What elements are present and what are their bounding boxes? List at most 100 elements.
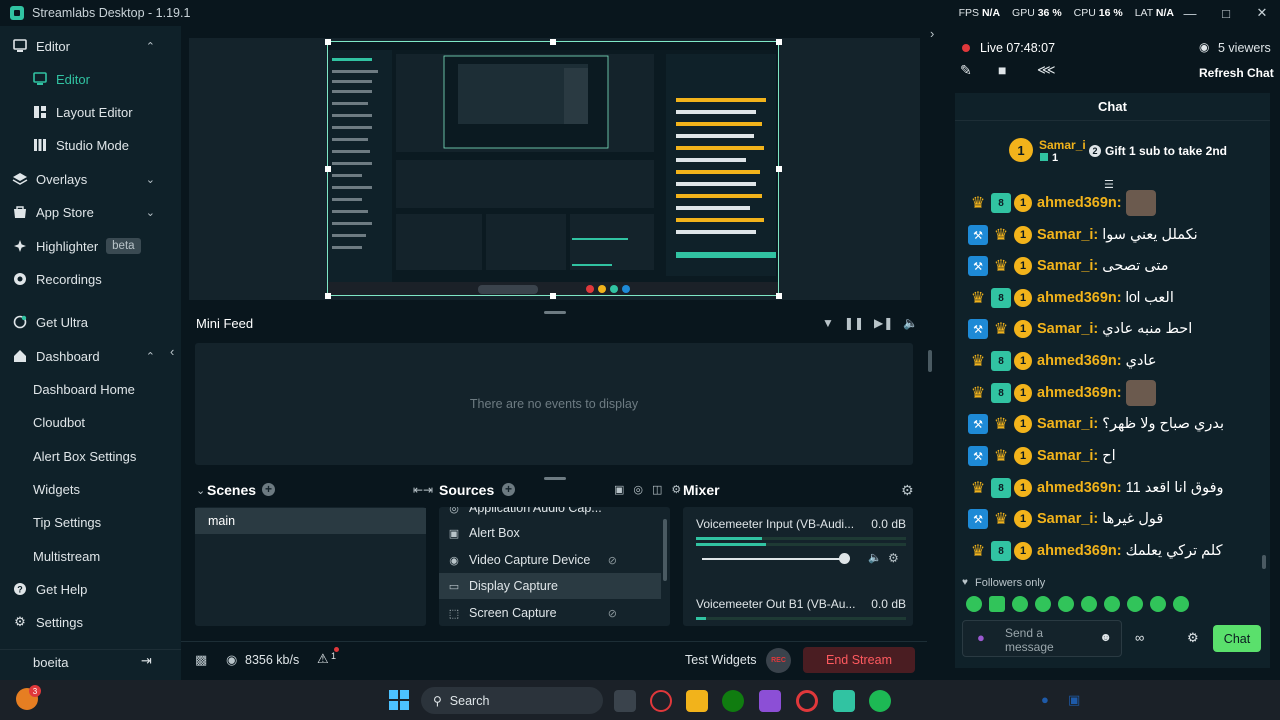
add-folder-icon[interactable]: ◫ — [652, 483, 662, 496]
channel-points-icon[interactable]: ∞ — [1135, 630, 1144, 645]
resize-handle[interactable] — [776, 293, 782, 299]
instagram-icon[interactable] — [759, 690, 781, 712]
resize-handle[interactable] — [550, 39, 556, 45]
emote-icon[interactable] — [989, 596, 1005, 612]
scrollbar[interactable] — [1262, 555, 1266, 569]
scene-item[interactable]: main — [195, 508, 426, 534]
source-item[interactable]: ◎ Application Audio Cap... — [439, 507, 661, 521]
resize-handle[interactable] — [776, 39, 782, 45]
emote-icon[interactable] — [1127, 596, 1143, 612]
sidebar-item-cloudbot[interactable]: Cloudbot — [0, 407, 181, 437]
chat-username[interactable]: Samar_i: — [1037, 321, 1098, 337]
sidebar-item-settings[interactable]: ⚙ Settings — [0, 607, 181, 637]
settings-icon[interactable]: ⚙ — [671, 483, 681, 496]
emoji-icon[interactable]: ☻ — [1099, 630, 1112, 644]
test-widgets-button[interactable]: Test Widgets — [685, 653, 757, 667]
hidden-eye-icon[interactable]: ⊘ — [608, 607, 617, 620]
filter-icon[interactable]: ▼ — [822, 316, 834, 330]
spotify-icon[interactable] — [869, 690, 891, 712]
resize-handle[interactable] — [325, 39, 331, 45]
emote-icon[interactable] — [1104, 596, 1120, 612]
emote-icon[interactable] — [1058, 596, 1074, 612]
sidebar-item-app-store[interactable]: App Store ⌄ — [0, 197, 181, 227]
resize-splitter[interactable] — [544, 477, 566, 480]
microphone-icon[interactable]: ● — [977, 630, 985, 645]
stats-chart-icon[interactable]: ▩ — [195, 652, 207, 668]
resize-handle[interactable] — [776, 166, 782, 172]
collapse-sidebar-icon[interactable]: ‹ — [170, 344, 174, 359]
speaker-icon[interactable]: 🔈 — [868, 551, 882, 564]
streamlabs-icon[interactable] — [833, 690, 855, 712]
preview-canvas[interactable] — [327, 41, 779, 296]
maximize-icon[interactable]: □ — [1208, 0, 1244, 26]
taskbar-search[interactable]: ⚲ Search — [421, 687, 603, 714]
resize-handle[interactable] — [325, 166, 331, 172]
sidebar-item-tip-settings[interactable]: Tip Settings — [0, 507, 181, 537]
sidebar-item-get-ultra[interactable]: Get Ultra — [0, 307, 181, 337]
source-item-selected[interactable]: ▭ Display Capture — [439, 573, 661, 599]
chat-username[interactable]: ahmed369n: — [1037, 195, 1122, 211]
resize-splitter[interactable] — [544, 311, 566, 314]
folder-icon[interactable]: ▣ — [614, 483, 624, 496]
xbox-icon[interactable] — [722, 690, 744, 712]
gear-icon[interactable]: ⚙ — [1187, 630, 1199, 646]
sidebar-item-highlighter[interactable]: Highlighter beta — [0, 231, 181, 261]
emote-icon[interactable] — [1012, 596, 1028, 612]
emote-icon[interactable] — [966, 596, 982, 612]
audio-icon[interactable]: ◎ — [633, 483, 643, 496]
chat-username[interactable]: ahmed369n: — [1037, 543, 1122, 559]
sidebar-item-multistream[interactable]: Multistream — [0, 541, 181, 571]
record-button[interactable]: REC — [766, 648, 791, 673]
chat-username[interactable]: Samar_i: — [1037, 416, 1098, 432]
chat-username[interactable]: Samar_i: — [1037, 258, 1098, 274]
source-item[interactable]: ▣ Alert Box — [439, 520, 661, 546]
share-icon[interactable]: ⋘ — [1037, 62, 1056, 78]
chat-input[interactable]: ● Send a message ☻ — [962, 620, 1122, 657]
chevron-down-icon[interactable]: ⌄ — [196, 484, 205, 497]
emote-icon[interactable] — [1081, 596, 1097, 612]
chat-username[interactable]: ahmed369n: — [1037, 353, 1122, 369]
add-scene-icon[interactable]: + — [262, 483, 275, 496]
source-item[interactable]: ⬚ Screen Capture ⊘ — [439, 600, 661, 626]
sidebar-item-editor[interactable]: Editor — [0, 64, 181, 94]
opera-gx-icon[interactable] — [796, 690, 818, 712]
emote-icon[interactable] — [1035, 596, 1051, 612]
camera-icon[interactable]: ■ — [998, 62, 1006, 78]
sidebar-item-recordings[interactable]: Recordings — [0, 264, 181, 294]
sidebar-item-alert-box-settings[interactable]: Alert Box Settings — [0, 441, 181, 471]
resize-handle[interactable] — [550, 293, 556, 299]
tray-microphone-icon[interactable]: ● — [1041, 692, 1049, 707]
volume-slider[interactable]: 🔈 ⚙ — [696, 551, 906, 566]
chat-username[interactable]: Samar_i: — [1037, 448, 1098, 464]
windows-start-icon[interactable] — [389, 690, 409, 710]
chat-username[interactable]: Samar_i: — [1037, 511, 1098, 527]
edit-stream-icon[interactable]: ✎ — [960, 62, 972, 79]
emote-icon[interactable] — [1150, 596, 1166, 612]
opera-icon[interactable] — [650, 690, 672, 712]
pause-icon[interactable]: ❚❚ — [844, 316, 864, 330]
gear-icon[interactable]: ⚙ — [901, 482, 914, 499]
sidebar-item-dashboard[interactable]: Dashboard ⌃ — [0, 341, 181, 371]
source-item[interactable]: ◉ Video Capture Device ⊘ — [439, 547, 661, 573]
sidebar-item-dashboard-home[interactable]: Dashboard Home — [0, 374, 181, 404]
alert-triangle-icon[interactable]: ⚠ — [317, 651, 329, 667]
refresh-chat-button[interactable]: Refresh Chat — [1199, 66, 1274, 80]
expand-chat-icon[interactable]: › — [930, 26, 934, 41]
sidebar-item-editor-group[interactable]: Editor ⌃ — [0, 31, 181, 61]
minimize-icon[interactable]: — — [1172, 0, 1208, 26]
task-view-icon[interactable] — [614, 690, 636, 712]
gear-icon[interactable]: ⚙ — [888, 551, 899, 565]
chat-username[interactable]: ahmed369n: — [1037, 385, 1122, 401]
emote-icon[interactable] — [1173, 596, 1189, 612]
sidebar-item-overlays[interactable]: Overlays ⌄ — [0, 164, 181, 194]
skip-icon[interactable]: ▶❚ — [874, 316, 893, 330]
add-source-icon[interactable]: + — [502, 483, 515, 496]
hidden-eye-icon[interactable]: ⊘ — [608, 554, 617, 567]
chat-send-button[interactable]: Chat — [1213, 625, 1261, 652]
scrollbar[interactable] — [928, 350, 932, 372]
volume-icon[interactable]: 🔈 — [903, 316, 918, 330]
file-explorer-icon[interactable] — [686, 690, 708, 712]
sidebar-item-widgets[interactable]: Widgets — [0, 474, 181, 504]
tray-app-icon[interactable]: ▣ — [1068, 692, 1080, 708]
resize-handle[interactable] — [325, 293, 331, 299]
